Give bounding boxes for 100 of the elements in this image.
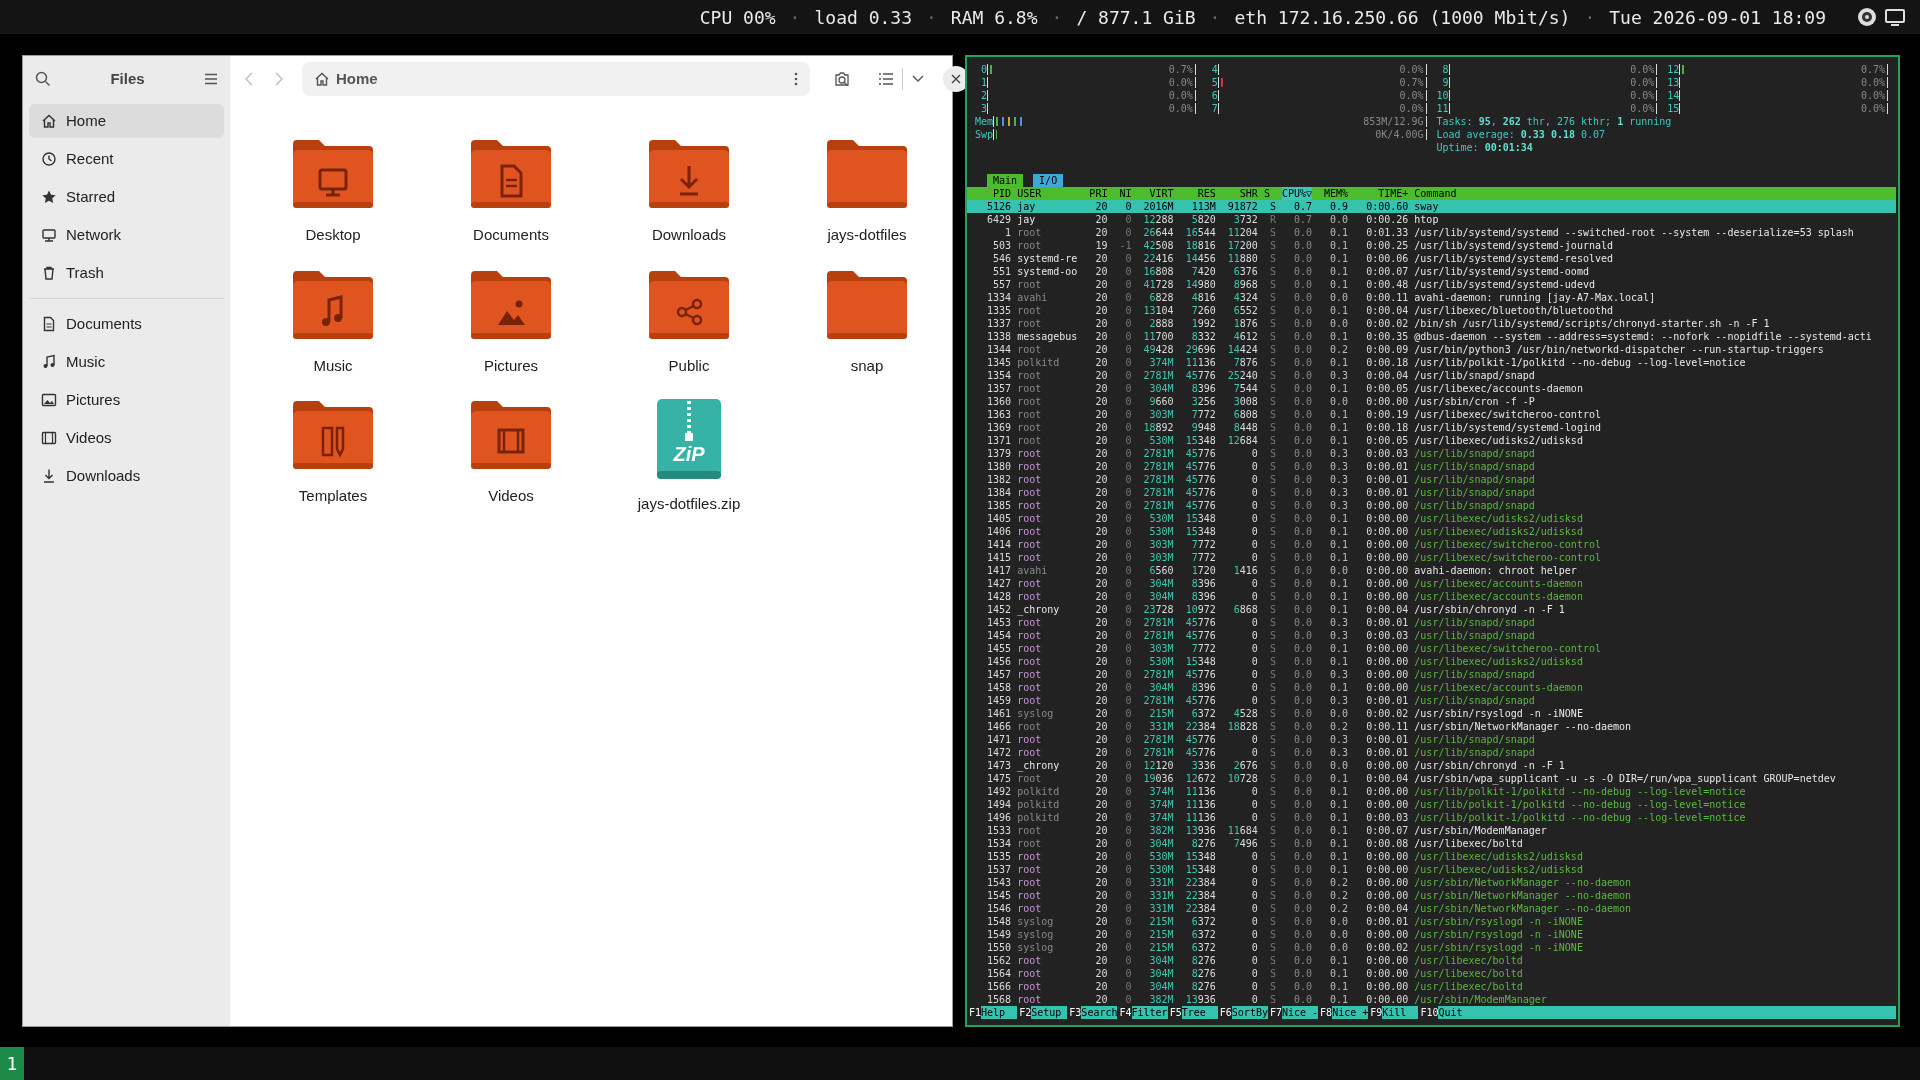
table-row[interactable]: 1405 root 20 0 530M 15348 0 S 0.0 0.1 0:00.00 /usr/libexec/udisks2/udisksd bbox=[967, 512, 1896, 525]
column-header[interactable]: PID bbox=[975, 187, 1012, 200]
table-row[interactable]: 1535 root 20 0 530M 15348 0 S 0.0 0.1 0:00.00 /usr/libexec/udisks2/udisksd bbox=[967, 850, 1896, 863]
sidebar-item[interactable]: Network bbox=[29, 218, 224, 252]
table-row[interactable]: 1338 messagebus 20 0 11700 8332 4612 S 0.0 0.1 0:00.35 @dbus-daemon --system --address=systemd: --nofork --nopidfile --systemd-acti bbox=[967, 330, 1896, 343]
table-row[interactable]: 1 root 20 0 26644 16544 11204 S 0.0 0.1 0:01.33 /usr/lib/systemd/systemd --switched-root --system --deserialize=53 splash bbox=[967, 226, 1896, 239]
table-row[interactable]: 1384 root 20 0 2781M 45776 0 S 0.0 0.3 0:00.01 /usr/lib/snapd/snapd bbox=[967, 486, 1896, 499]
table-row[interactable]: 1334 avahi 20 0 6828 4816 4324 S 0.0 0.0 0:00.11 avahi-daemon: running [jay-A7-Max.local] bbox=[967, 291, 1896, 304]
monitor-icon[interactable] bbox=[1884, 6, 1906, 28]
column-header[interactable]: MEM% bbox=[1318, 187, 1349, 200]
chevron-down-icon[interactable] bbox=[911, 74, 925, 84]
tab[interactable]: I/O bbox=[1033, 174, 1064, 187]
column-header[interactable]: CPU%▽ bbox=[1281, 187, 1312, 200]
more-options-icon[interactable] bbox=[794, 72, 798, 86]
list-view-icon[interactable] bbox=[878, 72, 894, 86]
sidebar-item[interactable]: Music bbox=[29, 345, 224, 379]
table-row[interactable]: 1363 root 20 0 303M 7772 6808 S 0.0 0.1 0:00.19 /usr/libexec/switcheroo-control bbox=[967, 408, 1896, 421]
sidebar-item[interactable]: Pictures bbox=[29, 383, 224, 417]
function-key-button[interactable]: Filter bbox=[1131, 1006, 1168, 1019]
table-row[interactable]: 1337 root 20 0 2888 1992 1876 S 0.0 0.0 0:00.02 /bin/sh /usr/lib/systemd/scripts/chronyd-starter.sh -n -F 1 bbox=[967, 317, 1896, 330]
table-row[interactable]: 1455 root 20 0 303M 7772 0 S 0.0 0.1 0:00.00 /usr/libexec/switcheroo-control bbox=[967, 642, 1896, 655]
path-bar[interactable]: Home bbox=[302, 62, 810, 96]
table-row[interactable]: 1360 root 20 0 9660 3256 3008 S 0.0 0.0 0:00.00 /usr/sbin/cron -f -P bbox=[967, 395, 1896, 408]
function-key-button[interactable]: Help bbox=[981, 1006, 1018, 1019]
table-row[interactable]: 1548 syslog 20 0 215M 6372 0 S 0.0 0.0 0:00.01 /usr/sbin/rsyslogd -n -iNONE bbox=[967, 915, 1896, 928]
sidebar-item[interactable]: Trash bbox=[29, 256, 224, 290]
table-row[interactable]: 1566 root 20 0 304M 8276 0 S 0.0 0.1 0:00.00 /usr/libexec/boltd bbox=[967, 980, 1896, 993]
sidebar-item[interactable]: Starred bbox=[29, 180, 224, 214]
table-row[interactable]: 1371 root 20 0 530M 15348 12684 S 0.0 0.1 0:00.05 /usr/libexec/udisks2/udisksd bbox=[967, 434, 1896, 447]
table-row[interactable]: 1461 syslog 20 0 215M 6372 4528 S 0.0 0.0 0:00.02 /usr/sbin/rsyslogd -n -iNONE bbox=[967, 707, 1896, 720]
menu-icon[interactable] bbox=[204, 73, 218, 85]
table-row[interactable]: 1335 root 20 0 13104 7260 6552 S 0.0 0.1 0:00.04 /usr/libexec/bluetooth/bluetoothd bbox=[967, 304, 1896, 317]
table-row[interactable]: 1466 root 20 0 331M 22384 18828 S 0.0 0.2 0:00.11 /usr/sbin/NetworkManager --no-daemon bbox=[967, 720, 1896, 733]
table-row[interactable]: 1369 root 20 0 18892 9948 8448 S 0.0 0.1 0:00.18 /usr/lib/systemd/systemd-logind bbox=[967, 421, 1896, 434]
function-key-button[interactable]: Search bbox=[1081, 1006, 1118, 1019]
column-header[interactable]: Command bbox=[1414, 187, 1896, 200]
table-row[interactable]: 1494 polkitd 20 0 374M 11136 0 S 0.0 0.1 0:00.00 /usr/lib/polkit-1/polkitd --no-debug --log-level=notice bbox=[967, 798, 1896, 811]
table-row[interactable]: 1568 root 20 0 382M 13936 0 S 0.0 0.1 0:00.00 /usr/sbin/ModemManager bbox=[967, 993, 1896, 1006]
table-row[interactable]: 5126 jay 20 0 2016M 113M 91872 S 0.7 0.9 0:00.60 sway bbox=[967, 200, 1896, 213]
table-row[interactable]: 1564 root 20 0 304M 8276 0 S 0.0 0.1 0:00.00 /usr/libexec/boltd bbox=[967, 967, 1896, 980]
sidebar-item[interactable]: Videos bbox=[29, 421, 224, 455]
table-row[interactable]: 1533 root 20 0 382M 13936 11684 S 0.0 0.1 0:00.07 /usr/sbin/ModemManager bbox=[967, 824, 1896, 837]
table-row[interactable]: 1457 root 20 0 2781M 45776 0 S 0.0 0.3 0:00.00 /usr/lib/snapd/snapd bbox=[967, 668, 1896, 681]
table-row[interactable]: 1458 root 20 0 304M 8396 0 S 0.0 0.1 0:00.00 /usr/libexec/accounts-daemon bbox=[967, 681, 1896, 694]
table-row[interactable]: 6429 jay 20 0 12288 5820 3732 R 0.7 0.0 0:00.26 htop bbox=[967, 213, 1896, 226]
table-row[interactable]: 1549 syslog 20 0 215M 6372 0 S 0.0 0.0 0:00.00 /usr/sbin/rsyslogd -n -iNONE bbox=[967, 928, 1896, 941]
table-row[interactable]: 1546 root 20 0 331M 22384 0 S 0.0 0.2 0:00.04 /usr/sbin/NetworkManager --no-daemon bbox=[967, 902, 1896, 915]
column-header[interactable]: PRI bbox=[1083, 187, 1108, 200]
table-row[interactable]: 503 root 19 -1 42508 18816 17200 S 0.0 0.1 0:00.25 /usr/lib/systemd/systemd-journald bbox=[967, 239, 1896, 252]
function-key-button[interactable]: Quit bbox=[1438, 1006, 1475, 1019]
tab[interactable]: Main bbox=[987, 174, 1024, 187]
table-row[interactable]: 1534 root 20 0 304M 8276 7496 S 0.0 0.1 0:00.08 /usr/libexec/boltd bbox=[967, 837, 1896, 850]
table-row[interactable]: 1452 _chrony 20 0 23728 10972 6868 S 0.0 0.1 0:00.04 /usr/sbin/chronyd -n -F 1 bbox=[967, 603, 1896, 616]
table-row[interactable]: 1344 root 20 0 49428 29696 14424 S 0.0 0.2 0:00.09 /usr/bin/python3 /usr/bin/networkd-dispatcher --run-startup-triggers bbox=[967, 343, 1896, 356]
function-key-button[interactable]: Setup bbox=[1031, 1006, 1068, 1019]
table-row[interactable]: 1382 root 20 0 2781M 45776 0 S 0.0 0.3 0:00.01 /usr/lib/snapd/snapd bbox=[967, 473, 1896, 486]
function-key-button[interactable]: Tree bbox=[1181, 1006, 1218, 1019]
column-header[interactable]: VIRT bbox=[1137, 187, 1174, 200]
table-row[interactable]: 546 systemd-re 20 0 22416 14456 11880 S 0.0 0.1 0:00.06 /usr/lib/systemd/systemd-resolved bbox=[967, 252, 1896, 265]
table-row[interactable]: 1550 syslog 20 0 215M 6372 0 S 0.0 0.0 0:00.02 /usr/sbin/rsyslogd -n -iNONE bbox=[967, 941, 1896, 954]
sidebar-item[interactable]: Home bbox=[29, 104, 224, 138]
table-row[interactable]: 1415 root 20 0 303M 7772 0 S 0.0 0.1 0:00.00 /usr/libexec/switcheroo-control bbox=[967, 551, 1896, 564]
function-key-button[interactable]: SortBy bbox=[1231, 1006, 1268, 1019]
table-row[interactable]: 1562 root 20 0 304M 8276 0 S 0.0 0.1 0:00.00 /usr/libexec/boltd bbox=[967, 954, 1896, 967]
table-row[interactable]: 1345 polkitd 20 0 374M 11136 7876 S 0.0 0.1 0:00.18 /usr/lib/polkit-1/polkitd --no-debug --log-level=notice bbox=[967, 356, 1896, 369]
column-header[interactable]: RES bbox=[1179, 187, 1216, 200]
table-row[interactable]: 1475 root 20 0 19036 12672 10728 S 0.0 0.1 0:00.04 /usr/sbin/wpa_supplicant -u -s -O DIR=/run/wpa_supplicant GROUP=netdev bbox=[967, 772, 1896, 785]
column-header[interactable]: S bbox=[1263, 187, 1276, 200]
function-key-button[interactable]: Kill bbox=[1382, 1006, 1419, 1019]
table-row[interactable]: 1496 polkitd 20 0 374M 11136 0 S 0.0 0.1 0:00.03 /usr/lib/polkit-1/polkitd --no-debug --log-level=notice bbox=[967, 811, 1896, 824]
table-row[interactable]: 557 root 20 0 41728 14980 8968 S 0.0 0.1 0:00.48 /usr/lib/systemd/systemd-udevd bbox=[967, 278, 1896, 291]
table-row[interactable]: 1456 root 20 0 530M 15348 0 S 0.0 0.1 0:00.00 /usr/libexec/udisks2/udisksd bbox=[967, 655, 1896, 668]
column-header[interactable]: NI bbox=[1113, 187, 1132, 200]
table-row[interactable]: 1492 polkitd 20 0 374M 11136 0 S 0.0 0.1 0:00.00 /usr/lib/polkit-1/polkitd --no-debug --log-level=notice bbox=[967, 785, 1896, 798]
table-row[interactable]: 551 systemd-oo 20 0 16808 7420 6376 S 0.0 0.1 0:00.07 /usr/lib/systemd/systemd-oomd bbox=[967, 265, 1896, 278]
table-row[interactable]: 1545 root 20 0 331M 22384 0 S 0.0 0.2 0:00.00 /usr/sbin/NetworkManager --no-daemon bbox=[967, 889, 1896, 902]
sidebar-item[interactable]: Documents bbox=[29, 307, 224, 341]
table-row[interactable]: 1471 root 20 0 2781M 45776 0 S 0.0 0.3 0:00.01 /usr/lib/snapd/snapd bbox=[967, 733, 1896, 746]
table-row[interactable]: 1417 avahi 20 0 6560 1720 1416 S 0.0 0.0 0:00.00 avahi-daemon: chroot helper bbox=[967, 564, 1896, 577]
table-row[interactable]: 1453 root 20 0 2781M 45776 0 S 0.0 0.3 0:00.01 /usr/lib/snapd/snapd bbox=[967, 616, 1896, 629]
table-row[interactable]: 1428 root 20 0 304M 8396 0 S 0.0 0.1 0:00.00 /usr/libexec/accounts-daemon bbox=[967, 590, 1896, 603]
table-row[interactable]: 1537 root 20 0 530M 15348 0 S 0.0 0.1 0:00.00 /usr/libexec/udisks2/udisksd bbox=[967, 863, 1896, 876]
table-row[interactable]: 1380 root 20 0 2781M 45776 0 S 0.0 0.3 0:00.01 /usr/lib/snapd/snapd bbox=[967, 460, 1896, 473]
table-row[interactable]: 1454 root 20 0 2781M 45776 0 S 0.0 0.3 0:00.03 /usr/lib/snapd/snapd bbox=[967, 629, 1896, 642]
table-row[interactable]: 1379 root 20 0 2781M 45776 0 S 0.0 0.3 0:00.03 /usr/lib/snapd/snapd bbox=[967, 447, 1896, 460]
column-header[interactable]: SHR bbox=[1221, 187, 1258, 200]
table-row[interactable]: 1354 root 20 0 2781M 45776 25240 S 0.0 0.3 0:00.04 /usr/lib/snapd/snapd bbox=[967, 369, 1896, 382]
table-row[interactable]: 1427 root 20 0 304M 8396 0 S 0.0 0.1 0:00.00 /usr/libexec/accounts-daemon bbox=[967, 577, 1896, 590]
function-key-button[interactable]: Nice + bbox=[1332, 1006, 1369, 1019]
table-row[interactable]: 1543 root 20 0 331M 22384 0 S 0.0 0.2 0:00.00 /usr/sbin/NetworkManager --no-daemon bbox=[967, 876, 1896, 889]
zip-archive-icon[interactable] bbox=[657, 399, 721, 479]
table-row[interactable]: 1472 root 20 0 2781M 45776 0 S 0.0 0.3 0:00.01 /usr/lib/snapd/snapd bbox=[967, 746, 1896, 759]
table-row[interactable]: 1406 root 20 0 530M 15348 0 S 0.0 0.1 0:00.00 /usr/libexec/udisks2/udisksd bbox=[967, 525, 1896, 538]
column-header[interactable]: TIME+ bbox=[1354, 187, 1409, 200]
table-row[interactable]: 1385 root 20 0 2781M 45776 0 S 0.0 0.3 0:00.00 /usr/lib/snapd/snapd bbox=[967, 499, 1896, 512]
column-header[interactable]: USER bbox=[1017, 187, 1078, 200]
table-row[interactable]: 1473 _chrony 20 0 12120 3336 2676 S 0.0 0.0 0:00.00 /usr/sbin/chronyd -n -F 1 bbox=[967, 759, 1896, 772]
table-row[interactable]: 1414 root 20 0 303M 7772 0 S 0.0 0.1 0:00.00 /usr/libexec/switcheroo-control bbox=[967, 538, 1896, 551]
sidebar-item[interactable]: Downloads bbox=[29, 459, 224, 493]
workspace-button[interactable]: 1 bbox=[0, 1047, 24, 1080]
